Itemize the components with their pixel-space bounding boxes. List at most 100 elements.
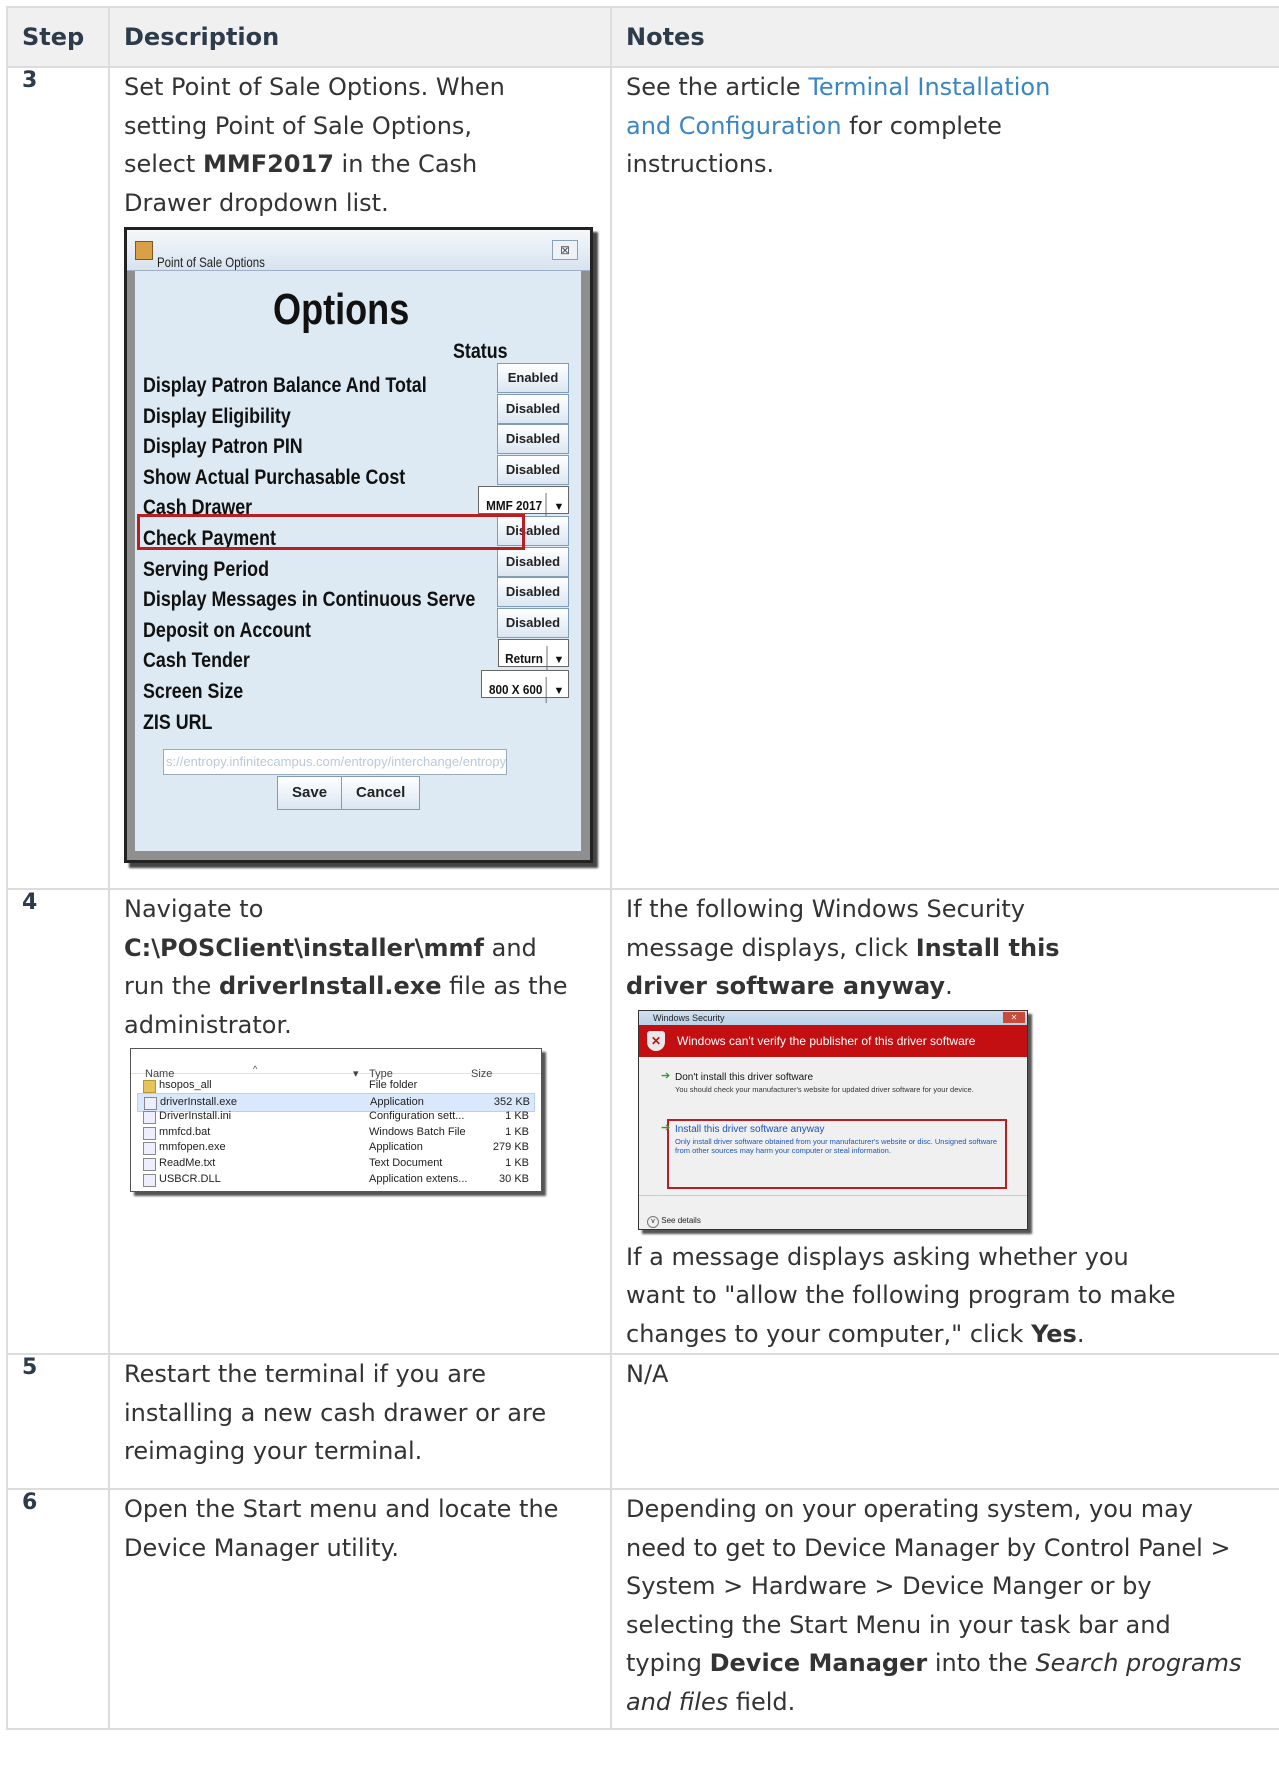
pos-dropdown[interactable]: 800 X 600 ▼ xyxy=(480,670,569,703)
step-notes: If the following Windows Security messag… xyxy=(610,888,1279,1355)
file-type: Configuration sett... xyxy=(369,1110,465,1123)
pos-dropdown[interactable]: Return ▼ xyxy=(498,639,569,673)
option-description: You should check your manufacturer's web… xyxy=(675,1084,974,1094)
text-run: into the xyxy=(927,1649,1036,1677)
file-type: Windows Batch File xyxy=(369,1125,466,1138)
table-header-row: Step Description Notes xyxy=(6,6,1279,68)
pos-option-row: Screen Size 800 X 600 ▼ xyxy=(143,669,573,703)
winsec-banner-text: Windows can't verify the publisher of th… xyxy=(677,1033,976,1048)
text-run: . xyxy=(1076,1319,1085,1348)
close-icon[interactable]: ✕ xyxy=(1003,1011,1025,1023)
bold-text: C:\POSClient\installer\mmf xyxy=(124,933,484,962)
file-size: 279 KB xyxy=(492,1141,529,1154)
windows-security-dialog: Windows Security ✕ ✕ Windows can't verify … xyxy=(638,1009,1028,1230)
file-type: Application extens... xyxy=(369,1172,468,1185)
winsec-banner: ✕ Windows can't verify the publisher of t… xyxy=(639,1024,1027,1057)
step-notes: See the article Terminal Installation an… xyxy=(610,66,1279,890)
shield-icon: ✕ xyxy=(647,1030,665,1051)
text-run: See the article xyxy=(626,73,809,101)
winsec-title: Windows Security xyxy=(653,1012,725,1023)
notes-text-2: If a message displays asking whether you… xyxy=(626,1238,1186,1354)
file-type: Application xyxy=(369,1141,423,1154)
description-text: Set Point of Sale Options. When setting … xyxy=(124,68,524,222)
pos-option-row: Display Patron PIN Disabled xyxy=(143,424,573,458)
pos-status-toggle[interactable]: Disabled xyxy=(497,424,569,455)
explorer-header: Name ^ ▾ Type Size xyxy=(131,1049,541,1080)
text-run: If a message displays asking whether you… xyxy=(626,1242,1176,1348)
file-name: mmfcd.bat xyxy=(159,1125,211,1138)
pos-status-toggle[interactable]: Disabled xyxy=(497,546,569,577)
text-run: Navigate to xyxy=(124,895,264,923)
bold-text: MMF2017 xyxy=(202,150,334,178)
pos-option-row: Display Messages in Continuous Serve Disa… xyxy=(143,577,573,611)
description-text: Navigate to C:\POSClient\installer\mmf a… xyxy=(124,890,574,1044)
install-anyway-option[interactable]: ➔ Install this driver software anyway On… xyxy=(661,1122,1009,1155)
file-row[interactable]: mmfopen.exe Application 279 KB xyxy=(137,1139,533,1156)
text-run: . xyxy=(945,972,953,1000)
file-type: Text Document xyxy=(369,1157,443,1169)
table-row: 3 Set Point of Sale Options. When settin… xyxy=(6,66,1279,890)
file-row[interactable]: ReadMe.txt Text Document 1 KB xyxy=(137,1155,533,1172)
file-row[interactable]: hsopos_all File folder xyxy=(137,1077,533,1094)
file-size: 1 KB xyxy=(505,1157,529,1169)
folder-icon xyxy=(143,1080,156,1093)
pos-option-row: Cash Drawer MMF 2017 ▼ xyxy=(143,485,573,520)
exe-icon xyxy=(143,1142,156,1156)
zis-url-input[interactable]: s://entropy.infinitecampus.com/entropy/i… xyxy=(163,749,507,775)
see-details-label: See details xyxy=(661,1215,701,1225)
pos-status-toggle[interactable]: Disabled xyxy=(497,454,569,485)
file-row[interactable]: DriverInstall.ini Configuration sett... 1 … xyxy=(137,1108,533,1125)
file-row[interactable]: USBCR.DLL Application extens... 30 KB xyxy=(137,1171,533,1188)
step-number: 4 xyxy=(6,888,110,1355)
java-app-icon xyxy=(135,241,153,260)
chevron-down-icon: v xyxy=(647,1215,659,1228)
pos-option-row: Cash Tender Return ▼ xyxy=(143,638,573,673)
step-description: Restart the terminal if you are installi… xyxy=(108,1353,612,1490)
see-details-toggle[interactable]: v See details xyxy=(647,1202,701,1241)
file-name: mmfopen.exe xyxy=(159,1141,226,1154)
step-description: Open the Start menu and locate the Devic… xyxy=(108,1488,612,1730)
arrow-right-icon: ➔ xyxy=(661,1069,671,1082)
file-size: 30 KB xyxy=(499,1172,529,1185)
dialog-actions: Save Cancel xyxy=(277,776,421,810)
step-notes: N/A xyxy=(610,1353,1279,1490)
file-name: USBCR.DLL xyxy=(159,1172,221,1185)
file-size: 1 KB xyxy=(505,1110,529,1123)
pos-option-row: ZIS URL xyxy=(143,700,573,734)
text-run: field. xyxy=(728,1687,796,1716)
notes-text: See the article Terminal Installation an… xyxy=(626,68,1096,184)
step-description: Navigate to C:\POSClient\installer\mmf a… xyxy=(108,888,612,1355)
pos-status-toggle[interactable]: Disabled xyxy=(497,607,569,638)
pos-status-toggle[interactable]: Disabled xyxy=(497,577,569,608)
table-row: 4 Navigate to C:\POSClient\installer\mmf… xyxy=(6,888,1279,1355)
option-title: Don't install this driver software xyxy=(675,1071,814,1083)
description-text: Restart the terminal if you are installi… xyxy=(124,1360,547,1465)
pos-status-toggle[interactable]: Enabled xyxy=(497,363,569,393)
file-row[interactable]: mmfcd.bat Windows Batch File 1 KB xyxy=(137,1124,533,1141)
notes-text: If the following Windows Security messag… xyxy=(626,890,1136,1006)
step-description: Set Point of Sale Options. When setting … xyxy=(108,66,612,890)
dialog-content: Options Status Display Patron Balance An… xyxy=(135,271,581,851)
save-button[interactable]: Save xyxy=(278,777,341,809)
table-row: 5 Restart the terminal if you are instal… xyxy=(6,1353,1279,1490)
close-icon[interactable]: ⊠ xyxy=(552,240,578,260)
file-type: File folder xyxy=(369,1079,418,1091)
pos-dropdown[interactable]: MMF 2017 ▼ xyxy=(477,486,569,520)
cash-drawer-highlight xyxy=(137,514,525,550)
options-heading: Options xyxy=(273,285,410,334)
pos-status-toggle[interactable]: Disabled xyxy=(497,393,569,424)
cancel-button[interactable]: Cancel xyxy=(341,777,419,809)
pos-option-row: Show Actual Purchasable Cost Disabled xyxy=(143,454,573,489)
description-text: Open the Start menu and locate the Devic… xyxy=(124,1495,559,1562)
dont-install-option[interactable]: ➔ Don't install this driver software You… xyxy=(661,1070,1009,1094)
pos-option-label: ZIS URL xyxy=(143,710,213,734)
steps-table: Step Description Notes 3 Set Point of Sa… xyxy=(6,6,1279,1730)
header-description: Description xyxy=(108,6,612,68)
bold-text: Device Manager xyxy=(709,1649,928,1677)
step-notes: Depending on your operating system, you … xyxy=(610,1488,1279,1730)
arrow-right-icon: ➔ xyxy=(661,1121,671,1134)
file-name: DriverInstall.ini xyxy=(159,1110,232,1123)
step-number: 3 xyxy=(6,66,110,890)
batch-file-icon xyxy=(143,1126,156,1140)
option-title: Install this driver software anyway xyxy=(675,1123,825,1135)
